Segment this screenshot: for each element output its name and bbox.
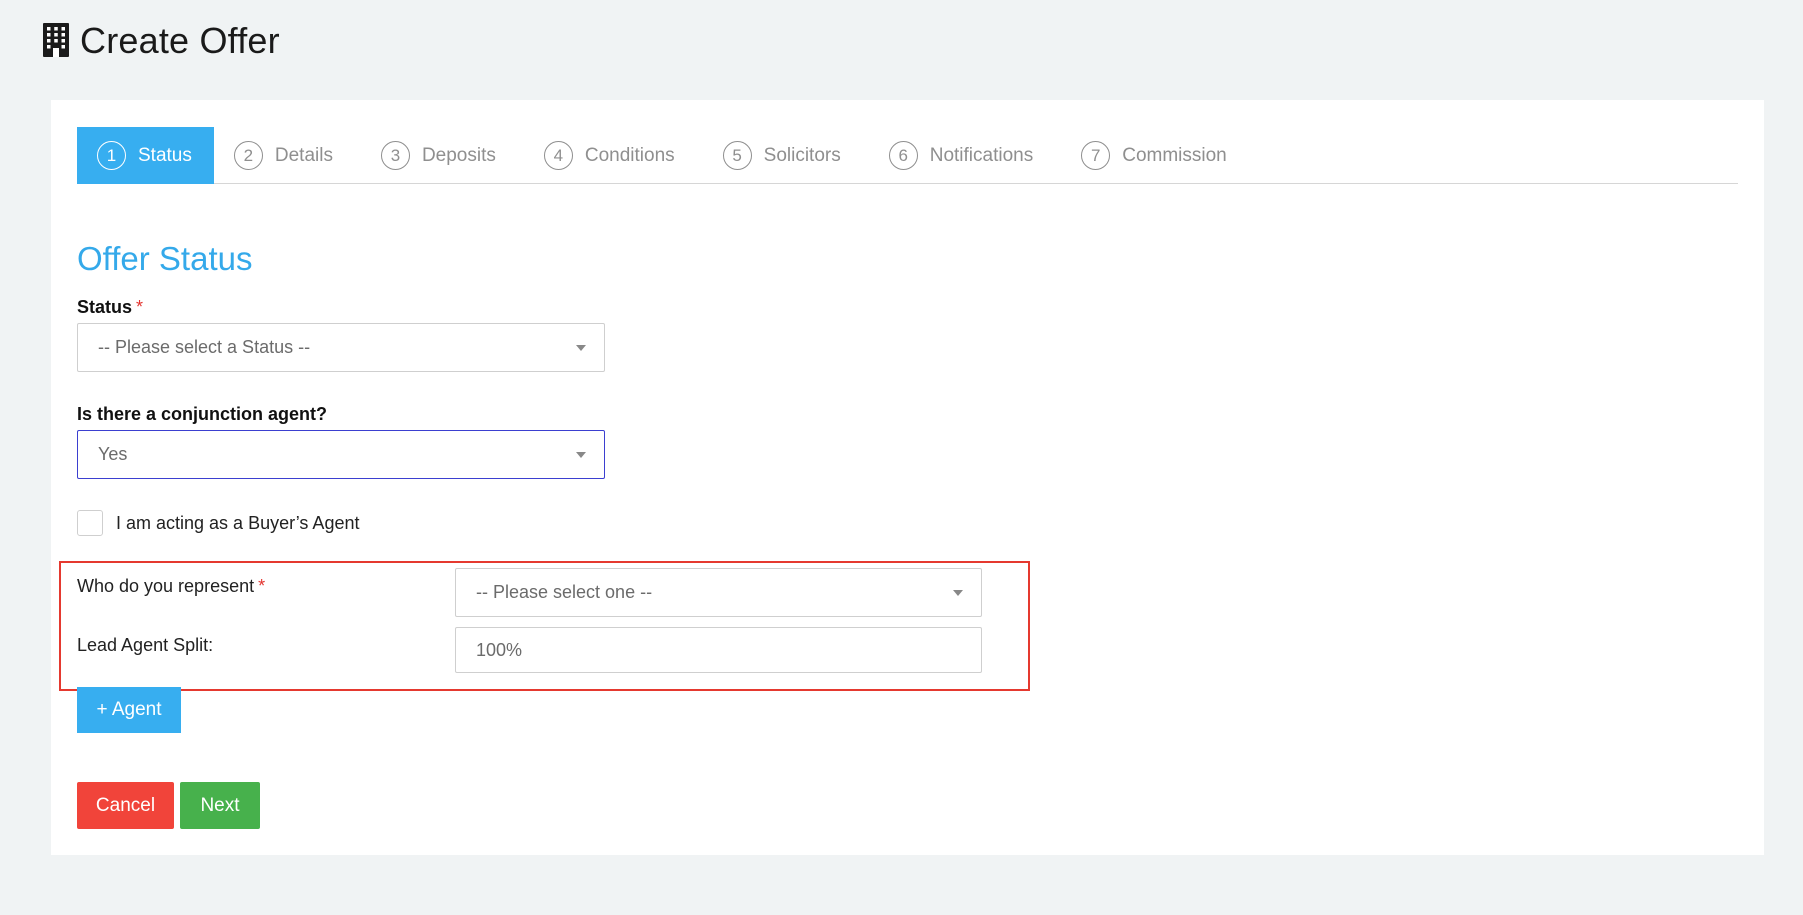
status-label-text: Status [77, 297, 133, 317]
building-icon [43, 23, 69, 57]
conjunction-label: Is there a conjunction agent? [77, 404, 328, 424]
represent-label-text: Who do you represent [77, 576, 255, 596]
represent-select-value: -- Please select one -- [476, 582, 653, 602]
step-conditions[interactable]: 4 Conditions [524, 127, 703, 184]
step-label: Details [274, 144, 333, 166]
step-label: Deposits [421, 144, 496, 166]
step-label: Commission [1122, 144, 1227, 166]
step-details[interactable]: 2 Details [214, 127, 361, 184]
buyers-agent-row: I am acting as a Buyer’s Agent [77, 510, 359, 536]
wizard-steps: 1 Status 2 Details 3 Deposits 4 Conditio… [77, 127, 1738, 184]
step-deposits[interactable]: 3 Deposits [361, 127, 524, 184]
lead-split-input[interactable] [455, 627, 982, 673]
step-label: Notifications [929, 144, 1034, 166]
conjunction-select[interactable]: Yes [77, 430, 605, 479]
page-header: Create Offer [42, 20, 280, 62]
represent-label: Who do you represent * [77, 576, 265, 597]
step-number: 6 [888, 141, 918, 170]
required-marker: * [258, 576, 266, 596]
buyers-agent-checkbox[interactable] [77, 510, 103, 536]
caret-down-icon [576, 344, 586, 351]
offer-form-card: 1 Status 2 Details 3 Deposits 4 Conditio… [51, 100, 1764, 855]
status-select[interactable]: -- Please select a Status -- [77, 323, 605, 372]
step-solicitors[interactable]: 5 Solicitors [703, 127, 869, 184]
status-label: Status * [77, 297, 143, 318]
step-number: 3 [380, 141, 410, 170]
step-label: Solicitors [763, 144, 841, 166]
caret-down-icon [576, 451, 586, 458]
step-number: 7 [1081, 141, 1111, 170]
step-number: 4 [543, 141, 573, 170]
section-title: Offer Status [77, 240, 253, 277]
step-label: Conditions [584, 144, 675, 166]
step-label: Status [138, 144, 192, 166]
next-button[interactable]: Next [180, 782, 260, 829]
buyers-agent-label: I am acting as a Buyer’s Agent [116, 512, 360, 533]
required-marker: * [136, 297, 144, 317]
step-status[interactable]: 1 Status [77, 127, 214, 184]
conjunction-select-value: Yes [98, 444, 128, 464]
caret-down-icon [953, 589, 963, 596]
step-commission[interactable]: 7 Commission [1061, 127, 1255, 184]
step-number: 1 [97, 141, 126, 170]
step-number: 2 [233, 141, 263, 170]
cancel-button[interactable]: Cancel [77, 782, 174, 829]
step-notifications[interactable]: 6 Notifications [869, 127, 1062, 184]
add-agent-button[interactable]: + Agent [77, 687, 181, 733]
step-number: 5 [722, 141, 752, 170]
page-title: Create Offer [80, 20, 280, 61]
represent-select[interactable]: -- Please select one -- [455, 568, 982, 617]
status-select-value: -- Please select a Status -- [98, 337, 311, 357]
lead-split-label: Lead Agent Split: [77, 635, 214, 655]
